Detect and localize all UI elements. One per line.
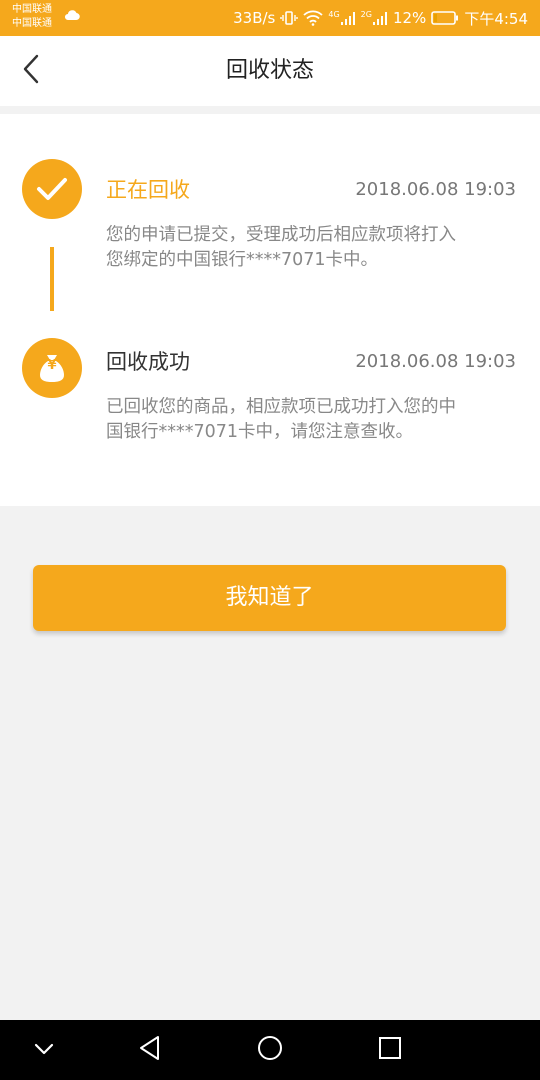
square-recents-icon <box>378 1036 402 1064</box>
net-4g-label: 4G <box>328 10 340 19</box>
step-2-money-bag-icon: ¥ <box>22 338 82 398</box>
battery-percent: 12% <box>392 9 427 27</box>
timeline-connector <box>50 247 54 311</box>
carrier-2: 中国联通 <box>12 18 52 29</box>
wifi-icon <box>303 10 323 26</box>
timeline-card: 正在回收 2018.06.08 19:03 您的申请已提交，受理成功后相应款项将… <box>0 114 540 506</box>
step-1-title: 正在回收 <box>106 178 190 202</box>
clock: 下午4:54 <box>464 9 528 28</box>
step-2-time: 2018.06.08 19:03 <box>355 351 516 372</box>
chevron-left-icon <box>21 54 41 88</box>
step-1-time: 2018.06.08 19:03 <box>355 179 516 200</box>
step-1-desc: 您的申请已提交，受理成功后相应款项将打入 您绑定的中国银行****7071卡中。 <box>106 223 526 273</box>
signal-4g-icon: 4G <box>328 10 355 26</box>
net-speed: 33B/s <box>233 9 276 27</box>
step-2-title: 回收成功 <box>106 350 190 374</box>
circle-home-icon <box>256 1034 284 1066</box>
chevron-down-icon <box>33 1041 55 1060</box>
triangle-back-icon <box>138 1035 162 1065</box>
carrier-info: 中国联通 中国联通 <box>12 3 52 31</box>
signal-2g-icon: 2G <box>361 10 388 26</box>
nav-recents-button[interactable] <box>370 1030 410 1070</box>
step-2-desc-line-2: 国银行****7071卡中，请您注意查收。 <box>106 422 414 442</box>
back-button[interactable] <box>10 50 52 92</box>
yuan-glyph: ¥ <box>47 358 57 373</box>
nav-back-button[interactable] <box>130 1030 170 1070</box>
header-divider <box>0 106 540 114</box>
hide-nav-button[interactable] <box>24 1030 64 1070</box>
status-indicators: 33B/s 4G 2G 12% 下午4:54 <box>233 0 528 36</box>
battery-icon <box>431 10 459 26</box>
acknowledge-button[interactable]: 我知道了 <box>33 565 506 631</box>
nav-home-button[interactable] <box>250 1030 290 1070</box>
step-1-check-icon <box>22 159 82 219</box>
step-2-desc: 已回收您的商品，相应款项已成功打入您的中 国银行****7071卡中，请您注意查… <box>106 395 526 445</box>
step-2-desc-line-1: 已回收您的商品，相应款项已成功打入您的中 <box>106 397 456 417</box>
header: 回收状态 <box>0 36 540 106</box>
status-bar: 中国联通 中国联通 33B/s 4G 2G 12% 下午4:54 <box>0 0 540 36</box>
carrier-1: 中国联通 <box>12 4 52 15</box>
navigation-bar <box>0 1020 540 1080</box>
step-1-desc-line-2: 您绑定的中国银行****7071卡中。 <box>106 250 379 270</box>
net-2g-label: 2G <box>360 10 372 19</box>
cloud-icon <box>64 6 80 25</box>
page-title: 回收状态 <box>225 58 314 83</box>
vibrate-icon <box>280 9 299 27</box>
step-1-desc-line-1: 您的申请已提交，受理成功后相应款项将打入 <box>106 225 456 245</box>
